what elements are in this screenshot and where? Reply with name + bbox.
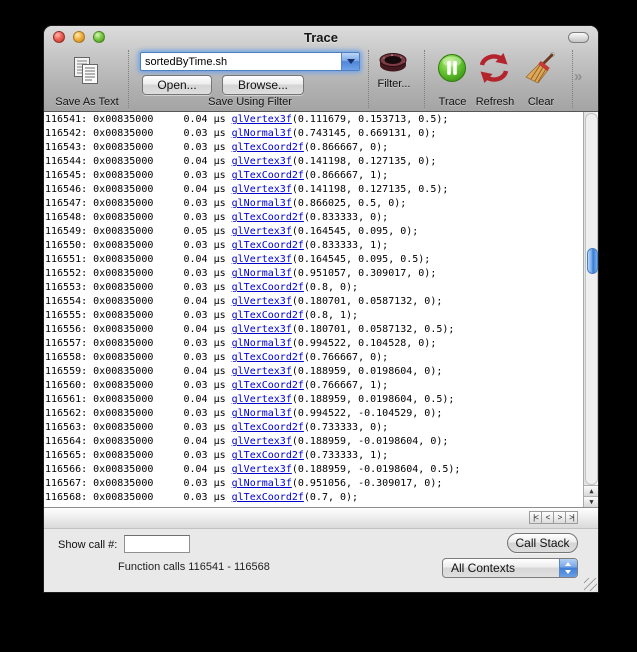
function-link[interactable]: glTexCoord2f [232, 170, 304, 181]
function-link[interactable]: glNormal3f [232, 198, 292, 209]
trace-row[interactable]: 116554: 0x00835000 0.04 µs glVertex3f(0.… [45, 295, 582, 309]
toolbar-separator [572, 50, 573, 108]
trace-row[interactable]: 116553: 0x00835000 0.03 µs glTexCoord2f(… [45, 281, 582, 295]
open-button[interactable]: Open... [142, 75, 212, 95]
function-link[interactable]: glVertex3f [232, 366, 292, 377]
trace-row[interactable]: 116552: 0x00835000 0.03 µs glNormal3f(0.… [45, 267, 582, 281]
context-selector-value: All Contexts [451, 561, 516, 575]
function-link[interactable]: glVertex3f [232, 394, 292, 405]
trace-row[interactable]: 116563: 0x00835000 0.03 µs glTexCoord2f(… [45, 421, 582, 435]
trace-row[interactable]: 116549: 0x00835000 0.05 µs glVertex3f(0.… [45, 225, 582, 239]
trace-row[interactable]: 116564: 0x00835000 0.04 µs glVertex3f(0.… [45, 435, 582, 449]
trace-row[interactable]: 116565: 0x00835000 0.03 µs glTexCoord2f(… [45, 449, 582, 463]
trace-row[interactable]: 116544: 0x00835000 0.04 µs glVertex3f(0.… [45, 155, 582, 169]
function-link[interactable]: glNormal3f [232, 128, 292, 139]
trace-row[interactable]: 116557: 0x00835000 0.03 µs glNormal3f(0.… [45, 337, 582, 351]
show-call-input[interactable] [124, 535, 190, 553]
function-link[interactable]: glVertex3f [232, 436, 292, 447]
trace-row[interactable]: 116551: 0x00835000 0.04 µs glVertex3f(0.… [45, 253, 582, 267]
popup-stepper-icon [559, 559, 577, 577]
call-stack-button[interactable]: Call Stack [507, 533, 578, 553]
trace-row[interactable]: 116541: 0x00835000 0.04 µs glVertex3f(0.… [45, 113, 582, 127]
clear-label[interactable]: Clear [515, 96, 567, 108]
resize-grip[interactable] [584, 578, 597, 591]
trace-row[interactable]: 116567: 0x00835000 0.03 µs glNormal3f(0.… [45, 477, 582, 491]
titlebar[interactable]: Trace [44, 26, 598, 48]
function-link[interactable]: glTexCoord2f [232, 212, 304, 223]
pager-strip: |< < > >| [44, 507, 598, 528]
trace-row[interactable]: 116559: 0x00835000 0.04 µs glVertex3f(0.… [45, 365, 582, 379]
clear-broom-icon[interactable] [523, 51, 557, 90]
trace-row[interactable]: 116548: 0x00835000 0.03 µs glTexCoord2f(… [45, 211, 582, 225]
filter-icon[interactable] [377, 52, 409, 81]
refresh-icon[interactable] [477, 52, 511, 90]
trace-row[interactable]: 116560: 0x00835000 0.03 µs glTexCoord2f(… [45, 379, 582, 393]
function-link[interactable]: glTexCoord2f [232, 450, 304, 461]
save-using-filter-label: Save Using Filter [208, 96, 292, 108]
browse-button[interactable]: Browse... [222, 75, 304, 95]
trace-row[interactable]: 116568: 0x00835000 0.03 µs glTexCoord2f(… [45, 491, 582, 505]
scrollbar-track[interactable] [585, 113, 598, 485]
trace-list-view: 116541: 0x00835000 0.04 µs glVertex3f(0.… [44, 112, 598, 507]
function-calls-status: Function calls 116541 - 116568 [118, 561, 270, 573]
function-link[interactable]: glTexCoord2f [232, 422, 304, 433]
trace-row[interactable]: 116556: 0x00835000 0.04 µs glVertex3f(0.… [45, 323, 582, 337]
chevron-down-icon [347, 59, 355, 64]
trace-window: Trace Save As Text Open... Browse. [44, 26, 598, 592]
function-link[interactable]: glVertex3f [232, 254, 292, 265]
function-link[interactable]: glNormal3f [232, 408, 292, 419]
trace-row[interactable]: 116545: 0x00835000 0.03 µs glTexCoord2f(… [45, 169, 582, 183]
trace-row[interactable]: 116550: 0x00835000 0.03 µs glTexCoord2f(… [45, 239, 582, 253]
function-link[interactable]: glNormal3f [232, 338, 292, 349]
toolbar-separator [128, 50, 129, 108]
save-as-text-label[interactable]: Save As Text [44, 96, 130, 108]
function-link[interactable]: glNormal3f [232, 478, 292, 489]
toolbar-separator [368, 50, 369, 108]
trace-row[interactable]: 116543: 0x00835000 0.03 µs glTexCoord2f(… [45, 141, 582, 155]
function-link[interactable]: glVertex3f [232, 296, 292, 307]
footer-panel: Show call #: Call Stack Function calls 1… [44, 528, 598, 592]
filter-label[interactable]: Filter... [372, 78, 416, 90]
trace-row[interactable]: 116546: 0x00835000 0.04 µs glVertex3f(0.… [45, 183, 582, 197]
toolbar-overflow-chevron-icon[interactable]: » [574, 68, 582, 85]
trace-row[interactable]: 116547: 0x00835000 0.03 µs glNormal3f(0.… [45, 197, 582, 211]
trace-row[interactable]: 116561: 0x00835000 0.04 µs glVertex3f(0.… [45, 393, 582, 407]
context-selector-popup[interactable]: All Contexts [442, 558, 578, 578]
function-link[interactable]: glVertex3f [232, 114, 292, 125]
screen-background: Trace Save As Text Open... Browse. [0, 0, 637, 652]
function-link[interactable]: glVertex3f [232, 184, 292, 195]
trace-row[interactable]: 116555: 0x00835000 0.03 µs glTexCoord2f(… [45, 309, 582, 323]
trace-row[interactable]: 116566: 0x00835000 0.04 µs glVertex3f(0.… [45, 463, 582, 477]
function-link[interactable]: glVertex3f [232, 226, 292, 237]
filter-script-combobox [140, 52, 360, 71]
function-link[interactable]: glTexCoord2f [232, 240, 304, 251]
function-link[interactable]: glTexCoord2f [232, 142, 304, 153]
combobox-dropdown-button[interactable] [341, 53, 359, 70]
scroll-up-button[interactable]: ▲ [584, 485, 598, 496]
window-header: Trace Save As Text Open... Browse. [44, 26, 598, 112]
scrollbar-thumb[interactable] [587, 248, 598, 274]
function-link[interactable]: glTexCoord2f [232, 352, 304, 363]
trace-pause-icon[interactable] [437, 53, 467, 88]
save-as-text-icon[interactable] [72, 56, 100, 91]
function-link[interactable]: glNormal3f [232, 268, 292, 279]
pager-last-button[interactable]: >| [565, 511, 578, 524]
trace-row[interactable]: 116562: 0x00835000 0.03 µs glNormal3f(0.… [45, 407, 582, 421]
filter-script-input[interactable] [141, 53, 343, 70]
trace-row[interactable]: 116542: 0x00835000 0.03 µs glNormal3f(0.… [45, 127, 582, 141]
function-link[interactable]: glTexCoord2f [232, 282, 304, 293]
vertical-scrollbar: ▲ ▼ [583, 112, 598, 507]
toolbar-toggle-button[interactable] [568, 32, 589, 43]
trace-list: 116541: 0x00835000 0.04 µs glVertex3f(0.… [45, 113, 582, 505]
function-link[interactable]: glVertex3f [232, 156, 292, 167]
function-link[interactable]: glTexCoord2f [232, 492, 304, 503]
function-link[interactable]: glVertex3f [232, 464, 292, 475]
show-call-label: Show call #: [58, 539, 118, 551]
scroll-down-button[interactable]: ▼ [584, 496, 598, 507]
function-link[interactable]: glVertex3f [232, 324, 292, 335]
function-link[interactable]: glTexCoord2f [232, 380, 304, 391]
window-title: Trace [304, 30, 338, 45]
function-link[interactable]: glTexCoord2f [232, 310, 304, 321]
trace-row[interactable]: 116558: 0x00835000 0.03 µs glTexCoord2f(… [45, 351, 582, 365]
